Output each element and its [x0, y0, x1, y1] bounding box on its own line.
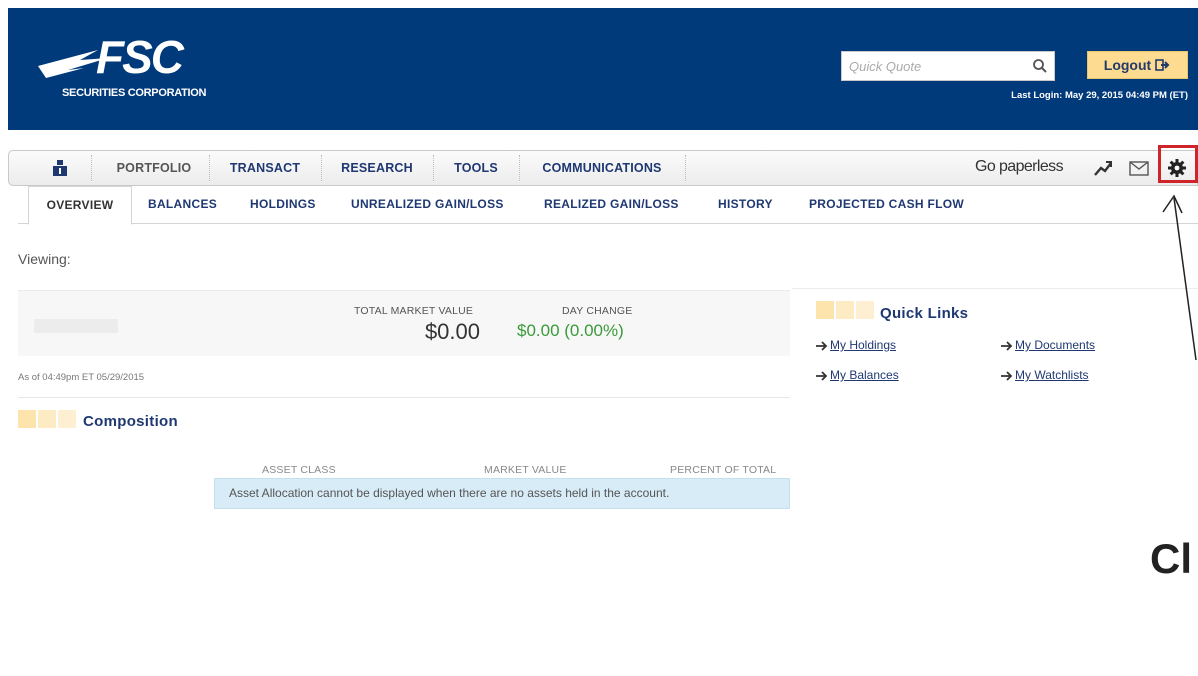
mail-icon[interactable] [1129, 159, 1149, 177]
column-header-percent-of-total: PERCENT OF TOTAL [670, 464, 777, 476]
arrow-right-icon [1001, 341, 1013, 351]
search-icon[interactable] [1032, 58, 1048, 74]
composition-title: Composition [83, 413, 178, 430]
user-icon[interactable] [51, 159, 69, 177]
tab-holdings[interactable]: HOLDINGS [250, 186, 316, 222]
arrow-right-icon [816, 371, 828, 381]
tab-history[interactable]: HISTORY [718, 186, 773, 222]
arrow-right-icon [1001, 371, 1013, 381]
gear-highlight-box [1158, 145, 1198, 183]
quick-links-title: Quick Links [880, 305, 969, 322]
arrow-right-icon [816, 341, 828, 351]
total-market-value: $0.00 [424, 319, 480, 344]
site-header: FSC SECURITIES CORPORATION Logout Last L… [8, 8, 1198, 130]
account-name-redacted [34, 319, 118, 333]
nav-separator [91, 155, 92, 181]
tab-balances[interactable]: BALANCES [148, 186, 217, 222]
nav-separator [685, 155, 686, 181]
logout-label: Logout [1103, 57, 1152, 73]
empty-allocation-message: Asset Allocation cannot be displayed whe… [214, 478, 790, 509]
quick-links-divider [792, 288, 1198, 289]
viewing-label: Viewing: [18, 251, 71, 267]
total-market-value-label: TOTAL MARKET VALUE [354, 305, 474, 317]
link-my-watchlists[interactable]: My Watchlists [1001, 368, 1089, 382]
nav-tools[interactable]: TOOLS [433, 151, 519, 185]
quick-quote-box [841, 51, 1055, 81]
column-header-asset-class: ASSET CLASS [262, 464, 336, 476]
link-my-balances[interactable]: My Balances [816, 368, 899, 382]
day-change-value: $0.00 (0.00%) [517, 321, 624, 340]
chart-icon[interactable] [1093, 159, 1113, 177]
quick-links-header-squares [816, 301, 874, 319]
link-label: My Watchlists [1015, 368, 1089, 382]
link-label: My Holdings [830, 338, 897, 352]
logo-subtitle: SECURITIES CORPORATION [62, 87, 207, 99]
account-summary: TOTAL MARKET VALUE $0.00 DAY CHANGE $0.0… [18, 290, 790, 356]
composition-header-squares [18, 410, 76, 428]
link-label: My Balances [830, 368, 899, 382]
nav-portfolio[interactable]: PORTFOLIO [99, 151, 209, 185]
day-change-label: DAY CHANGE [562, 305, 633, 317]
sub-tabs: OVERVIEW BALANCES HOLDINGS UNREALIZED GA… [18, 186, 1198, 225]
column-header-market-value: MARKET VALUE [484, 464, 567, 476]
as-of-timestamp: As of 04:49pm ET 05/29/2015 [18, 372, 145, 383]
nav-communications[interactable]: COMMUNICATIONS [519, 151, 685, 185]
link-my-documents[interactable]: My Documents [1001, 338, 1095, 352]
link-label: My Documents [1015, 338, 1096, 352]
fsc-logo[interactable]: FSC SECURITIES CORPORATION [38, 31, 238, 104]
annotation-arrow-icon [1162, 194, 1197, 361]
divider [18, 397, 790, 398]
quick-quote-input[interactable] [842, 52, 1027, 80]
last-login-text: Last Login: May 29, 2015 04:49 PM (ET) [1011, 90, 1188, 101]
tab-projected-cash-flow[interactable]: PROJECTED CASH FLOW [809, 186, 964, 222]
nav-research[interactable]: RESEARCH [321, 151, 433, 185]
tab-realized-gain-loss[interactable]: REALIZED GAIN/LOSS [544, 186, 679, 222]
go-paperless-link[interactable]: Go paperless [975, 158, 1064, 176]
main-nav: PORTFOLIO TRANSACT RESEARCH TOOLS COMMUN… [8, 145, 1198, 186]
annotation-text: Cl [1150, 535, 1192, 582]
tab-unrealized-gain-loss[interactable]: UNREALIZED GAIN/LOSS [351, 186, 504, 222]
logout-icon [1155, 59, 1170, 71]
logout-button[interactable]: Logout [1087, 51, 1188, 79]
nav-transact[interactable]: TRANSACT [209, 151, 321, 185]
tab-overview[interactable]: OVERVIEW [28, 186, 132, 225]
logo-text: FSC [96, 31, 184, 83]
link-my-holdings[interactable]: My Holdings [816, 338, 896, 352]
